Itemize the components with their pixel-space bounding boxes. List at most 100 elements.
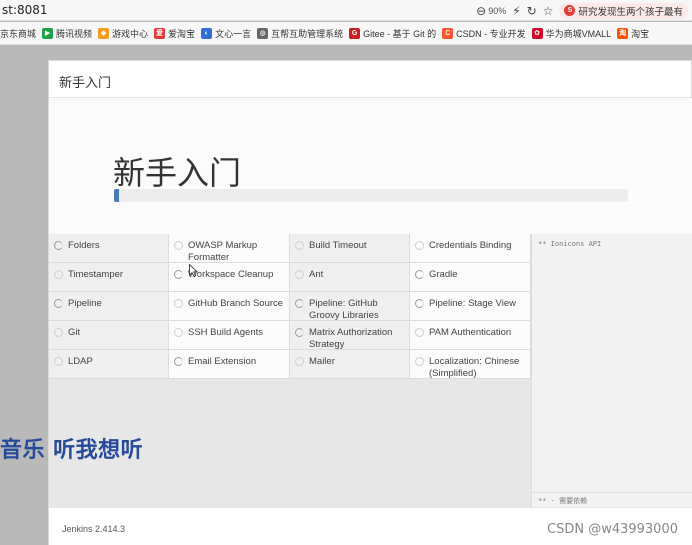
plugin-name: Timestamper: [68, 269, 124, 280]
address-bar-actions: ⊖ 90% ⚡ ↻ ☆ S 研究发现生两个孩子最有: [476, 2, 688, 19]
mouse-cursor-icon: [189, 264, 198, 277]
bookmark-favicon-icon: ◐: [201, 27, 213, 39]
bookmark-label: 淘宝: [631, 28, 650, 39]
news-ticker[interactable]: S 研究发现生两个孩子最有: [559, 2, 688, 19]
plugin-grid: Folders OWASP Markup Formatter Build Timeo…: [49, 234, 531, 379]
install-progress-bar: [114, 189, 628, 202]
pending-circle-icon: [54, 270, 63, 279]
plugin-name: LDAP: [68, 356, 93, 367]
bookmark-favicon-icon: G: [349, 27, 361, 39]
plugin-name: Pipeline: Stage View: [429, 298, 516, 309]
plugin-item: SSH Build Agents: [169, 321, 290, 350]
plugin-item: OWASP Markup Formatter: [169, 234, 290, 263]
zoom-level: 90%: [488, 5, 507, 16]
bookmark-item[interactable]: 淘淘宝: [617, 27, 649, 40]
plugin-item: Workspace Cleanup: [169, 263, 290, 292]
plugin-name: Localization: Chinese (Simplified): [429, 356, 520, 379]
bookmark-favicon-icon: ◆: [98, 27, 110, 39]
plugin-name: Mailer: [309, 356, 335, 367]
pending-circle-icon: [415, 241, 424, 250]
bookmark-item[interactable]: ◐ 文心一言: [201, 27, 251, 40]
read-aloud-icon[interactable]: ↻: [527, 5, 537, 17]
pending-circle-icon: [295, 270, 304, 279]
spinner-icon: [174, 270, 183, 279]
bookmark-label: 华为商城VMALL: [545, 28, 612, 39]
plugin-item: Timestamper: [49, 263, 169, 292]
csdn-watermark: CSDN @w43993000: [547, 522, 678, 537]
plugin-item: Ant: [290, 263, 410, 292]
log-line-top: ** Ionicons API: [538, 240, 602, 248]
plugin-name: Git: [68, 327, 81, 338]
pending-circle-icon: [295, 357, 304, 366]
plugin-name: Matrix Authorization Strategy: [309, 327, 393, 350]
plugin-item: Pipeline: [49, 292, 169, 321]
pending-circle-icon: [174, 241, 183, 250]
bookmark-item[interactable]: ✿ 华为商城VMALL: [531, 27, 612, 40]
bookmark-label: 游戏中心: [112, 28, 149, 39]
spinner-icon: [174, 357, 183, 366]
spinner-icon: [54, 299, 63, 308]
bookmark-item[interactable]: ◍ 互帮互助管理系统: [257, 27, 343, 40]
bookmark-label: 爱淘宝: [168, 28, 196, 39]
plugin-item: Build Timeout: [290, 234, 410, 263]
address-bar[interactable]: st:8081 ⊖ 90% ⚡ ↻ ☆ S 研究发现生两个孩子最有: [0, 0, 692, 21]
bookmark-item[interactable]: 爱爱淘宝: [154, 27, 195, 40]
install-log-panel[interactable]: ** Ionicons API ** - 需要依赖: [531, 234, 692, 507]
jenkins-version: Jenkins 2.414.3: [62, 524, 126, 534]
bookmark-favicon-icon: ▶: [42, 27, 54, 39]
url-text[interactable]: st:8081: [2, 3, 48, 17]
spinner-icon: [295, 328, 304, 337]
spinner-icon: [295, 299, 304, 308]
plugin-item: GitHub Branch Source: [169, 292, 290, 321]
zoom-out-icon: ⊖: [476, 3, 487, 18]
plugin-list-area: Folders OWASP Markup Formatter Build Timeo…: [49, 234, 531, 507]
plugin-item: Matrix Authorization Strategy: [290, 321, 410, 350]
pending-circle-icon: [295, 241, 304, 250]
plugin-name: GitHub Branch Source: [188, 298, 284, 309]
install-progress-fill: [114, 189, 120, 202]
dialog-header-title: 新手入门: [49, 61, 691, 98]
plugin-item: Localization: Chinese (Simplified): [410, 350, 531, 379]
spinner-icon: [415, 270, 424, 279]
plugin-item: PAM Authentication: [410, 321, 531, 350]
bookmarks-bar: 京东商城 ▶ 腾讯视频 ◆ 游戏中心爱爱淘宝 ◐ 文心一言 ◍ 互帮互助管理系统 G Gitee -…: [0, 22, 692, 45]
bookmark-favicon-icon: ✿: [531, 27, 543, 39]
plugin-item: Git: [49, 321, 169, 350]
pending-circle-icon: [174, 299, 183, 308]
bookmark-item[interactable]: G Gitee - 基于 Git 的: [349, 27, 436, 40]
bookmark-favicon-icon: 淘: [617, 27, 629, 39]
bookmark-item[interactable]: ◆ 游戏中心: [98, 27, 148, 40]
plugin-item: Mailer: [290, 350, 410, 379]
plugin-item: Folders: [49, 234, 169, 263]
jenkins-setup-dialog: 新手入门 新手入门 Folders OWASP Markup Formatter B…: [48, 60, 692, 545]
log-footer: ** - 需要依赖: [532, 492, 692, 507]
plugin-name: Workspace Cleanup: [188, 269, 274, 280]
news-logo-icon: S: [564, 5, 576, 16]
bookmark-label: CSDN - 专业开发: [456, 28, 526, 39]
pending-circle-icon: [415, 328, 424, 337]
log-line-bottom: ** - 需要依赖: [538, 497, 588, 505]
plugin-item: Email Extension: [169, 350, 290, 379]
plugin-item: Gradle: [410, 263, 531, 292]
pending-circle-icon: [54, 357, 63, 366]
plugin-name: Ant: [309, 269, 324, 280]
plugin-name: Build Timeout: [309, 240, 367, 251]
plugin-item: Pipeline: Stage View: [410, 292, 531, 321]
music-overlay-text: 音乐 听我想听: [0, 438, 144, 463]
plugin-item: Pipeline: GitHub Groovy Libraries: [290, 292, 410, 321]
bookmark-item[interactable]: C CSDN - 专业开发: [442, 27, 526, 40]
plugin-name: Pipeline: [68, 298, 102, 309]
hero-title: 新手入门: [113, 154, 242, 192]
favorite-star-icon[interactable]: ☆: [543, 5, 554, 17]
bookmark-item[interactable]: 京东商城: [0, 27, 36, 40]
bookmark-item[interactable]: ▶ 腾讯视频: [42, 27, 92, 40]
plugin-name: Pipeline: GitHub Groovy Libraries: [309, 298, 379, 321]
hero-section: 新手入门: [49, 98, 692, 234]
bookmark-label: 互帮互助管理系统: [271, 28, 344, 39]
plugin-name: Email Extension: [188, 356, 257, 367]
lightning-icon[interactable]: ⚡: [512, 5, 520, 17]
news-text: 研究发现生两个孩子最有: [578, 6, 683, 18]
plugin-name: Folders: [68, 240, 100, 251]
zoom-indicator[interactable]: ⊖ 90%: [476, 5, 506, 17]
plugin-name: PAM Authentication: [429, 327, 512, 338]
